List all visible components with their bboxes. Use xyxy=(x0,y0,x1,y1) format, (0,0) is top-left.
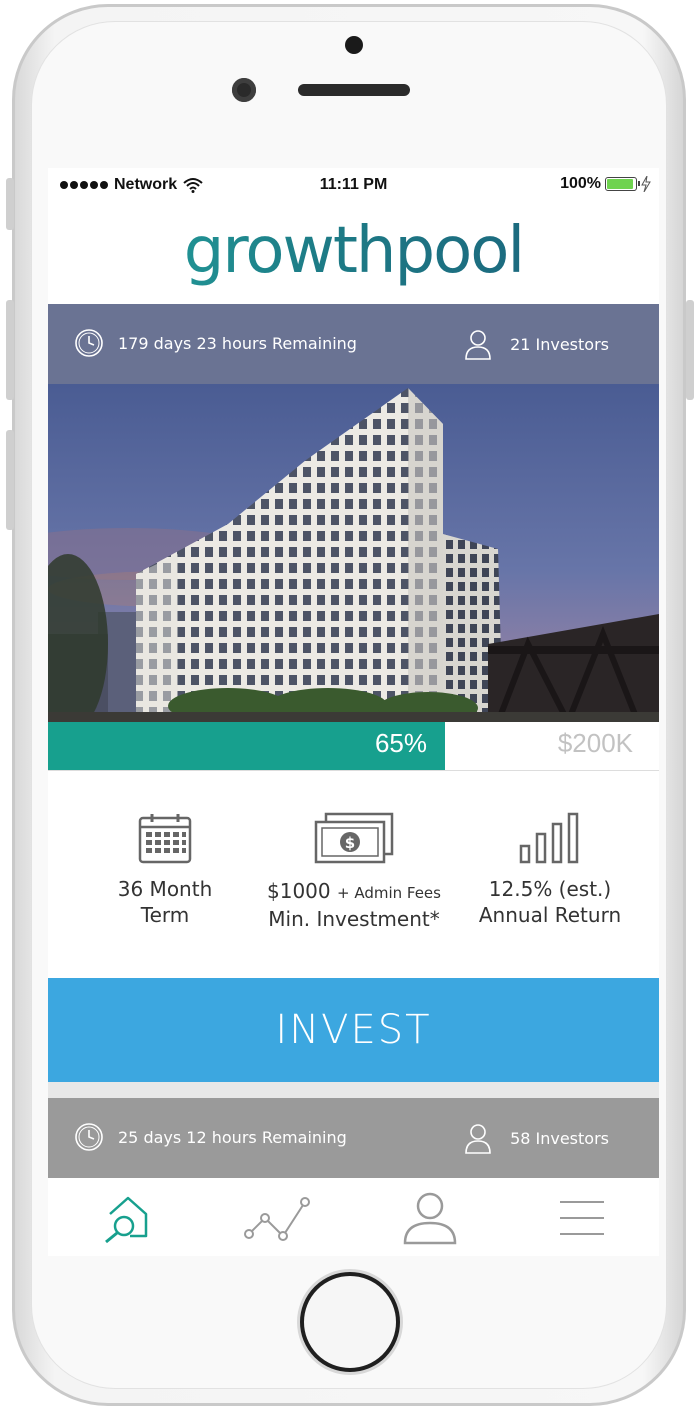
term-label: Term xyxy=(140,903,190,927)
earpiece-speaker xyxy=(298,84,410,96)
status-bar: Network 11:11 PM 100% xyxy=(48,168,659,202)
volume-up-button xyxy=(6,300,14,400)
battery-percent: 100% xyxy=(560,175,601,192)
time-remaining: 179 days 23 hours Remaining xyxy=(118,333,357,353)
return-label: Annual Return xyxy=(478,903,622,927)
listing-divider xyxy=(48,1082,659,1098)
tab-profile[interactable] xyxy=(390,1188,470,1248)
tab-performance[interactable] xyxy=(238,1188,318,1248)
home-search-icon xyxy=(105,1196,148,1244)
investment-stats: 36 Month Term $ $1000 + Admin Fees Min. … xyxy=(48,770,659,978)
admin-fees-note: + Admin Fees xyxy=(336,884,441,902)
clock-icon xyxy=(75,1123,103,1151)
front-camera xyxy=(232,78,256,102)
cash-icon: $ xyxy=(314,812,394,864)
chart-icon xyxy=(244,1197,310,1241)
power-button xyxy=(686,300,694,400)
menu-icon xyxy=(560,1201,604,1235)
app-logo: growthpool xyxy=(48,206,659,296)
profile-icon xyxy=(403,1192,457,1245)
app-screen: Network 11:11 PM 100% growthpool 179 day… xyxy=(48,168,659,1256)
proximity-sensor xyxy=(345,36,363,54)
listing-header[interactable]: 179 days 23 hours Remaining 21 Investors xyxy=(48,304,659,384)
funding-goal: $200K xyxy=(557,728,633,758)
tab-home[interactable] xyxy=(86,1188,166,1248)
investor-icon xyxy=(465,330,491,360)
funding-progress-bar: 65% $200K xyxy=(48,722,659,771)
mute-switch xyxy=(6,178,14,230)
investor-count: 58 Investors xyxy=(510,1128,609,1148)
time-remaining: 25 days 12 hours Remaining xyxy=(118,1127,347,1147)
battery-icon xyxy=(605,177,640,191)
funded-percent: 65% xyxy=(374,728,427,758)
clock-icon xyxy=(75,329,103,357)
home-button[interactable] xyxy=(300,1272,400,1372)
volume-down-button xyxy=(6,430,14,530)
charging-bolt-icon xyxy=(641,176,651,192)
annual-return-stat: 12.5% (est.) Annual Return xyxy=(450,812,650,928)
bar-chart-icon xyxy=(519,812,579,864)
invest-button[interactable]: INVEST xyxy=(48,978,659,1082)
calendar-icon xyxy=(138,814,192,864)
investor-count: 21 Investors xyxy=(510,334,609,354)
listing-header-2[interactable]: 25 days 12 hours Remaining 58 Investors xyxy=(48,1098,659,1178)
min-investment-value: $1000 xyxy=(267,879,331,903)
tab-menu[interactable] xyxy=(542,1188,622,1248)
property-photo[interactable] xyxy=(48,384,659,722)
tab-bar xyxy=(48,1178,659,1256)
svg-text:$: $ xyxy=(345,834,355,852)
min-investment-label: Min. Investment* xyxy=(268,907,440,931)
term-value: 36 Month xyxy=(117,877,213,901)
return-value: 12.5% (est.) xyxy=(488,877,612,901)
term-stat: 36 Month Term xyxy=(65,812,265,928)
min-investment-stat: $ $1000 + Admin Fees Min. Investment* xyxy=(254,812,454,932)
investor-icon xyxy=(465,1124,491,1154)
